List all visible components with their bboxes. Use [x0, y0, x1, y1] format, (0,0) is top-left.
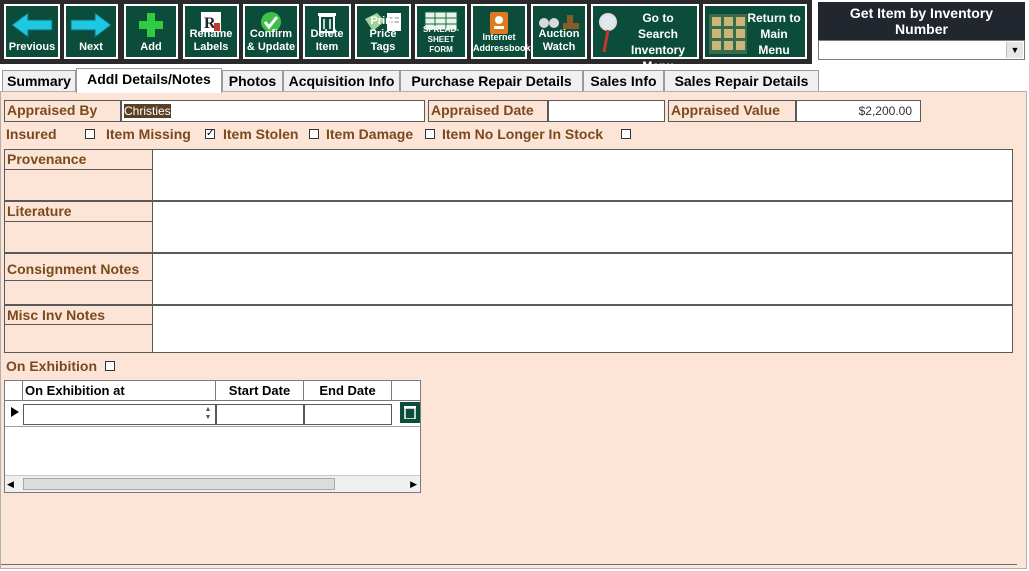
internet-addressbook-label-2: Addressbook — [473, 43, 531, 53]
tab-summary[interactable]: Summary — [2, 70, 76, 92]
rename-labels-button[interactable]: R Rename Labels — [183, 4, 239, 59]
provenance-label: Provenance — [4, 149, 153, 170]
internet-addressbook-label-1: Internet — [482, 32, 516, 42]
go-to-search-inventory-menu-button[interactable]: Go to Search Inventory Menu — [591, 4, 699, 73]
magnifier-icon — [599, 13, 617, 53]
get-item-panel: Get Item by Inventory Number ▼ — [818, 2, 1025, 60]
item-no-longer-in-stock-checkbox[interactable] — [621, 129, 631, 139]
misc-inv-notes-label: Misc Inv Notes — [4, 305, 153, 325]
bottom-divider — [1, 564, 1017, 565]
item-damage-label: Item Damage — [326, 126, 414, 142]
go-to-search-label-1: Go to Search — [637, 11, 679, 41]
tab-acquisition-info[interactable]: Acquisition Info — [283, 70, 400, 92]
end-date-cell[interactable] — [304, 404, 392, 425]
next-label: Next — [79, 41, 103, 53]
delete-item-label-2: Item — [315, 41, 339, 53]
auction-watch-label-2: Watch — [542, 41, 576, 53]
horizontal-scrollbar[interactable]: ◀ ▶ — [5, 475, 420, 492]
tab-sales-repair-details[interactable]: Sales Repair Details — [664, 70, 819, 92]
scroll-right-icon[interactable]: ▶ — [410, 479, 417, 490]
inventory-number-select[interactable]: ▼ — [818, 40, 1025, 60]
return-main-label-2: Main — [760, 27, 788, 41]
tab-photos[interactable]: Photos — [222, 70, 283, 92]
exhibition-grid: On Exhibition at Start Date End Date ▲ ▼ … — [4, 380, 421, 493]
consignment-notes-textarea[interactable] — [152, 253, 1013, 305]
confirm-update-button[interactable]: Confirm & Update — [243, 4, 299, 59]
insured-checkbox[interactable] — [85, 129, 95, 139]
return-main-label-1: Return to — [747, 11, 801, 25]
rename-labels-label-1: Rename — [189, 28, 233, 40]
delete-row-button[interactable] — [400, 402, 420, 423]
print-price-tags-label-1: Print — [370, 15, 396, 27]
misc-inv-notes-textarea[interactable] — [152, 305, 1013, 353]
arrow-left-icon — [11, 12, 53, 38]
start-date-cell[interactable] — [216, 404, 304, 425]
spreadsheet-form-label: SPREAD-SHEET FORM — [422, 25, 459, 54]
main-menu-icon — [709, 14, 747, 54]
delete-item-button[interactable]: Delete Item — [303, 4, 351, 59]
column-header-end-date[interactable]: End Date — [304, 381, 392, 401]
arrow-right-icon — [70, 12, 112, 38]
scrollbar-thumb[interactable] — [23, 478, 335, 490]
return-to-main-menu-button[interactable]: Return to Main Menu — [703, 4, 807, 59]
row-selector-icon — [11, 407, 19, 417]
trash-icon — [404, 406, 416, 419]
spreadsheet-form-button[interactable]: SPREAD-SHEET FORM — [415, 4, 467, 59]
rename-labels-label-2: Labels — [193, 41, 229, 53]
spin-icon[interactable]: ▲ ▼ — [202, 406, 214, 423]
appraised-by-label: Appraised By — [4, 100, 121, 122]
insured-label: Insured — [6, 126, 57, 142]
confirm-update-label-2: & Update — [246, 41, 296, 53]
tab-sales-info[interactable]: Sales Info — [583, 70, 664, 92]
item-missing-label: Item Missing — [106, 126, 191, 142]
scroll-left-icon[interactable]: ◀ — [7, 479, 14, 490]
print-price-tags-label-2: Price Tags — [369, 28, 397, 53]
item-stolen-checkbox[interactable] — [309, 129, 319, 139]
add-label: Add — [140, 41, 162, 53]
tab-purchase-repair-details[interactable]: Purchase Repair Details — [400, 70, 583, 92]
internet-addressbook-button[interactable]: Internet Addressbook — [471, 4, 531, 59]
provenance-textarea[interactable] — [152, 149, 1013, 201]
item-damage-checkbox[interactable] — [425, 129, 435, 139]
addl-details-panel: Appraised By Christies Appraised Date Ap… — [0, 91, 1027, 569]
literature-textarea[interactable] — [152, 201, 1013, 253]
item-no-longer-in-stock-label: Item No Longer In Stock — [442, 126, 604, 142]
return-main-label-3: Menu — [758, 43, 790, 57]
item-stolen-label: Item Stolen — [223, 126, 299, 142]
previous-label: Previous — [8, 41, 56, 53]
item-missing-checkbox[interactable]: ✓ — [205, 129, 215, 139]
print-price-tags-button[interactable]: Print Price Tags — [355, 4, 411, 59]
column-header-on-exhibition-at[interactable]: On Exhibition at — [23, 381, 216, 401]
appraised-date-label: Appraised Date — [428, 100, 548, 122]
on-exhibition-at-cell[interactable]: ▲ ▼ — [23, 404, 216, 425]
literature-label: Literature — [4, 201, 153, 222]
previous-button[interactable]: Previous — [4, 4, 60, 59]
next-button[interactable]: Next — [64, 4, 118, 59]
appraised-by-value: Christies — [124, 104, 171, 118]
plus-icon — [139, 13, 163, 37]
confirm-update-label-1: Confirm — [249, 28, 293, 40]
column-header-start-date[interactable]: Start Date — [216, 381, 304, 401]
go-to-search-label-2: Inventory — [630, 43, 685, 57]
on-exhibition-label: On Exhibition — [6, 358, 97, 374]
get-item-title: Get Item by Inventory Number — [818, 2, 1025, 40]
appraised-date-input[interactable] — [548, 100, 665, 122]
auction-watch-button[interactable]: Auction Watch — [531, 4, 587, 59]
tab-addl-details-notes[interactable]: Addl Details/Notes — [76, 68, 222, 93]
chevron-down-icon[interactable]: ▼ — [1006, 42, 1023, 58]
get-item-title-1: Get Item by Inventory — [849, 5, 994, 21]
delete-item-label-1: Delete — [310, 28, 344, 40]
get-item-title-2: Number — [895, 21, 948, 37]
appraised-value-input[interactable]: $2,200.00 — [796, 100, 921, 122]
add-button[interactable]: Add — [124, 4, 178, 59]
on-exhibition-checkbox[interactable] — [105, 361, 115, 371]
appraised-value-label: Appraised Value — [668, 100, 796, 122]
appraised-by-input[interactable]: Christies — [121, 100, 425, 122]
auction-watch-label-1: Auction — [538, 28, 580, 40]
toolbar: Previous Next Add R Rename Labels Confirm… — [0, 0, 812, 73]
consignment-notes-label: Consignment Notes — [4, 253, 153, 281]
